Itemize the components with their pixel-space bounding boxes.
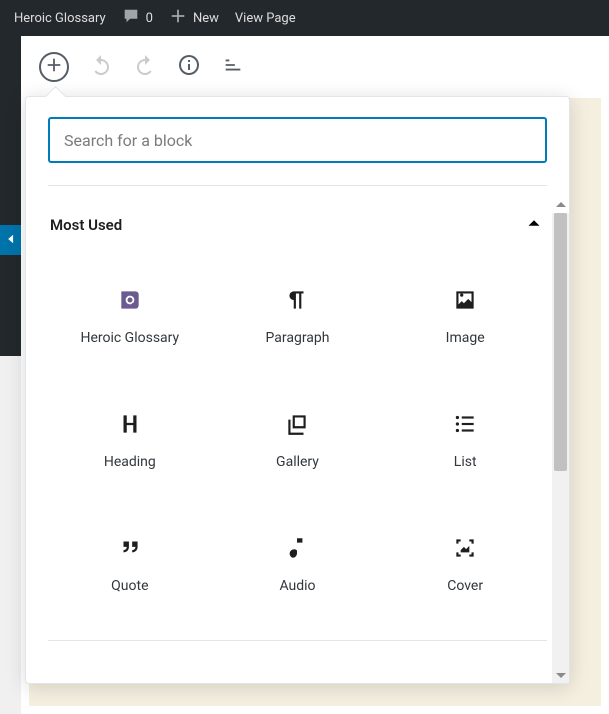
audio-icon: [283, 534, 311, 562]
chevron-up-icon: [523, 212, 545, 238]
divider: [48, 640, 547, 641]
editor-toolbar: [21, 36, 609, 98]
block-label: Quote: [111, 578, 148, 594]
undo-button[interactable]: [81, 47, 121, 87]
list-outline-icon: [222, 54, 244, 80]
search-input[interactable]: [48, 117, 547, 163]
section-toggle-most-used[interactable]: Most Used: [48, 186, 547, 254]
section-label: Most Used: [50, 216, 122, 234]
adminbar-new[interactable]: New: [161, 0, 227, 36]
adminbar-site-label: Heroic Glossary: [14, 11, 106, 26]
gallery-icon: [283, 410, 311, 438]
block-paragraph[interactable]: Paragraph: [216, 258, 380, 374]
redo-icon: [133, 53, 157, 81]
image-icon: [451, 286, 479, 314]
scroll-thumb[interactable]: [554, 213, 567, 471]
heroic-glossary-icon: [116, 286, 144, 314]
chevron-left-icon: [4, 231, 18, 250]
outline-button[interactable]: [213, 47, 253, 87]
block-label: Cover: [447, 578, 483, 594]
comment-icon: [122, 7, 140, 29]
block-cover[interactable]: Cover: [383, 506, 547, 622]
block-label: Heroic Glossary: [80, 330, 179, 346]
block-label: Image: [446, 330, 485, 346]
block-gallery[interactable]: Gallery: [216, 382, 380, 498]
heading-icon: [116, 410, 144, 438]
admin-bar: Heroic Glossary 0 New View Page: [0, 0, 609, 36]
block-label: List: [454, 454, 477, 470]
adminbar-new-label: New: [193, 11, 219, 26]
adminbar-comments[interactable]: 0: [114, 0, 161, 36]
block-inserter-panel: Most Used Heroic Glossary Paragraph: [25, 96, 570, 684]
redo-button[interactable]: [125, 47, 165, 87]
block-label: Audio: [279, 578, 315, 594]
list-icon: [451, 410, 479, 438]
block-heroic-glossary[interactable]: Heroic Glossary: [48, 258, 212, 374]
adminbar-view-page-label: View Page: [235, 11, 296, 26]
block-image[interactable]: Image: [383, 258, 547, 374]
sidebar-collapse-button[interactable]: [0, 225, 22, 255]
adminbar-site[interactable]: Heroic Glossary: [6, 0, 114, 36]
admin-sidebar: [0, 36, 21, 356]
plus-icon: [45, 56, 63, 78]
info-button[interactable]: [169, 47, 209, 87]
scrollbar[interactable]: [552, 213, 569, 683]
add-block-button[interactable]: [39, 52, 69, 82]
quote-icon: [116, 534, 144, 562]
block-list[interactable]: List: [383, 382, 547, 498]
info-icon: [177, 53, 201, 81]
paragraph-icon: [283, 286, 311, 314]
plus-icon: [169, 7, 187, 29]
scroll-down-arrow-icon[interactable]: [552, 666, 569, 683]
scroll-up-arrow-icon[interactable]: [552, 196, 569, 213]
block-label: Gallery: [276, 454, 319, 470]
block-label: Heading: [104, 454, 156, 470]
adminbar-comments-count: 0: [146, 11, 153, 26]
cover-icon: [451, 534, 479, 562]
block-audio[interactable]: Audio: [216, 506, 380, 622]
undo-icon: [89, 53, 113, 81]
block-quote[interactable]: Quote: [48, 506, 212, 622]
adminbar-view-page[interactable]: View Page: [227, 0, 304, 36]
block-label: Paragraph: [266, 330, 330, 346]
block-heading[interactable]: Heading: [48, 382, 212, 498]
